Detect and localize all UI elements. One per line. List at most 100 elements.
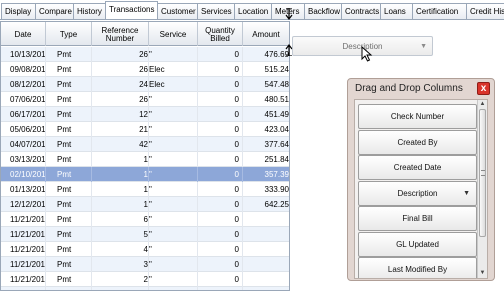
column-option-final-bill[interactable]: Final Bill [358, 206, 477, 231]
cell-qty: 0 [198, 47, 243, 62]
cell-type: Pmt [46, 167, 92, 182]
cell-ref: 6 [92, 212, 149, 227]
column-option-gl-updated[interactable]: GL Updated [358, 231, 477, 257]
cell-type: Pmt [46, 242, 92, 257]
cell-date: 11/21/2012 [1, 257, 46, 272]
cell-service: " [149, 107, 198, 122]
column-header-amount[interactable]: Amount [243, 22, 289, 46]
cell-qty: 0 [198, 77, 243, 92]
cell-qty: 0 [198, 107, 243, 122]
table-row[interactable]: 12/12/2012Pmt1"0 642.25 [1, 197, 289, 212]
table-row[interactable]: 03/13/2013Pmt1"0 251.84 [1, 152, 289, 167]
cell-amount [243, 212, 289, 227]
cell-date: 11/21/2012 [1, 242, 46, 257]
cell-date: 11/21/2012 [1, 212, 46, 227]
table-row[interactable]: 09/08/2013Pmt26Elec0 515.24 [1, 62, 289, 77]
cell-amount: 476.69 [264, 50, 289, 59]
tab-backflow[interactable]: Backflow [304, 3, 342, 19]
cell-date: 11/21/2012 [1, 272, 46, 287]
column-header-date[interactable]: Date [1, 22, 46, 46]
table-row[interactable]: 11/21/2012 Pmt 3 " 0 [1, 257, 289, 272]
cell-type: Pmt [46, 257, 92, 272]
panel-scrollbar[interactable]: ▲ ▼ [477, 100, 487, 278]
cell-qty: 0 [198, 137, 243, 152]
cell-qty: 0 [198, 197, 243, 212]
cell-amount: 423.04 [264, 125, 289, 134]
tab-location[interactable]: Location [234, 3, 272, 19]
drag-drop-columns-panel: Drag and Drop Columns x Check Number Crea… [347, 78, 495, 281]
cell-amount: 547.48 [264, 80, 289, 89]
column-option-label: Final Bill [402, 214, 433, 223]
cell-amount: 480.51 [264, 95, 289, 104]
cell-service: " [149, 122, 198, 137]
column-option-label: GL Updated [396, 239, 439, 249]
tab-display[interactable]: Display [1, 3, 36, 19]
chevron-down-icon[interactable]: ▼ [463, 182, 470, 205]
cell-amount: 515.24 [264, 65, 289, 74]
table-row[interactable]: 11/21/2012 Pmt 2 " 0 [1, 272, 289, 287]
column-header-service[interactable]: Service [149, 22, 198, 46]
tab-services[interactable]: Services [197, 3, 235, 19]
table-row[interactable]: 06/17/2013Pmt12"0 451.49 [1, 107, 289, 122]
cell-amount: 251.84 [264, 155, 289, 164]
cell-qty: 0 [198, 182, 243, 197]
column-option-label: Last Modified By [387, 265, 448, 274]
table-row[interactable]: 11/21/2012Pmt1"0 [1, 287, 289, 290]
grid-rows: 10/13/2013Pmt26"0476.6909/08/2013Pmt26El… [1, 47, 289, 290]
table-row[interactable]: 08/12/2013Pmt24Elec0 547.48 [1, 77, 289, 92]
cell-type: Pmt [46, 122, 92, 137]
table-row[interactable]: 11/21/2012 Pmt 4 " 0 [1, 242, 289, 257]
tab-transactions[interactable]: Transactions [105, 1, 158, 19]
cell-type: Pmt [46, 287, 92, 290]
cell-service: " [149, 47, 198, 62]
cell-type: Pmt [46, 47, 92, 62]
table-row[interactable]: 05/06/2013Pmt21"0 423.04 [1, 122, 289, 137]
column-header-reference-number[interactable]: Reference Number [92, 22, 149, 46]
tab-contracts[interactable]: Contracts [341, 3, 381, 19]
close-icon[interactable]: x [477, 82, 490, 95]
cell-type: Pmt [46, 197, 92, 212]
column-option-description[interactable]: Description ▼ [358, 180, 477, 206]
tab-compare[interactable]: Compare [35, 3, 74, 19]
tab-history[interactable]: History [73, 3, 106, 19]
cell-amount: 333.90 [264, 185, 289, 194]
cell-amount: 357.39 [264, 170, 289, 179]
cell-service: " [149, 212, 198, 227]
column-header-quantity-billed[interactable]: Quantity Billed [198, 22, 243, 46]
cell-service: " [149, 182, 198, 197]
table-row[interactable]: 07/06/2013Pmt26"0 480.51 [1, 92, 289, 107]
cell-date: 02/10/2013 [1, 167, 46, 182]
column-option-last-modified-by[interactable]: Last Modified By [358, 257, 477, 278]
table-row[interactable]: 11/21/2012 Pmt 6 " 0 [1, 212, 289, 227]
table-row[interactable]: 10/13/2013Pmt26"0 476.69 [1, 47, 289, 62]
tab-credit-histo[interactable]: Credit Histo [466, 3, 504, 19]
table-row[interactable]: 01/13/2013Pmt1"0 333.90 [1, 182, 289, 197]
column-option-created-date[interactable]: Created Date [358, 155, 477, 180]
cell-date: 05/06/2013 [1, 122, 46, 137]
cell-amount [243, 272, 289, 287]
column-option-created-by[interactable]: Created By [358, 129, 477, 155]
table-row[interactable]: 11/21/2012 Pmt 5 " 0 [1, 227, 289, 242]
cell-amount [243, 227, 289, 242]
table-row[interactable]: 04/07/2013Pmt42"0 377.64 [1, 137, 289, 152]
tab-certification[interactable]: Certification [412, 3, 467, 19]
scrollbar-thumb[interactable] [479, 109, 486, 237]
tab-loans[interactable]: Loans [380, 3, 413, 19]
table-row[interactable]: 02/10/2013Pmt1"0 357.39 [1, 167, 289, 182]
cell-type: Pmt [46, 182, 92, 197]
cell-ref: 1 [92, 167, 149, 182]
column-header-type[interactable]: Type [46, 22, 92, 46]
tab-customer[interactable]: Customer [157, 3, 198, 19]
cell-ref: 1 [92, 197, 149, 212]
grid-header: Date Type Reference Number Service Quant… [1, 22, 289, 46]
scroll-up-icon[interactable]: ▲ [478, 100, 487, 109]
cell-service: " [149, 152, 198, 167]
cell-qty: 0 [198, 287, 243, 290]
scroll-down-icon[interactable]: ▼ [478, 269, 487, 278]
cell-amount: 451.49 [264, 110, 289, 119]
cell-service: " [149, 272, 198, 287]
cell-date: 01/13/2013 [1, 182, 46, 197]
column-option-label: Description [397, 188, 438, 198]
column-option-check-number[interactable]: Check Number [358, 104, 477, 129]
cell-ref: 1 [92, 152, 149, 167]
